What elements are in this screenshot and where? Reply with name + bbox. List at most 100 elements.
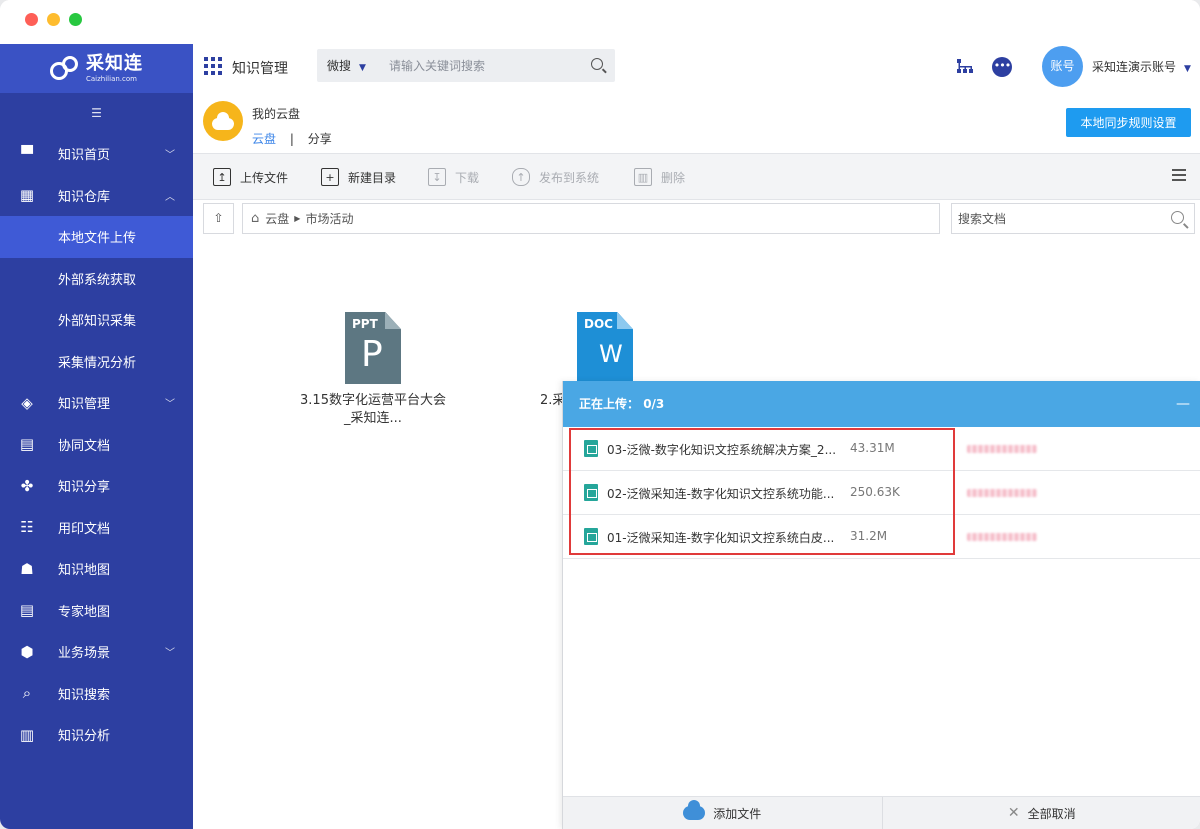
close-window-button[interactable]	[25, 13, 38, 26]
file-type-icon	[584, 484, 598, 501]
upload-status-redacted	[967, 533, 1037, 541]
sidebar-item-label: 本地文件上传	[58, 231, 137, 247]
share-icon: ✤	[20, 476, 34, 495]
plus-icon: +	[321, 168, 339, 186]
sidebar-item-external-fetch[interactable]: 外部系统获取	[0, 258, 193, 300]
sidebar-item-label: 知识分析	[58, 729, 111, 745]
add-files-button[interactable]: 添加文件	[563, 797, 882, 829]
sidebar-item-management[interactable]: ◈ 知识管理 ﹀	[0, 382, 193, 424]
up-directory-button[interactable]: ⇧	[203, 203, 234, 234]
my-cloud-title: 我的云盘	[252, 107, 301, 121]
window-titlebar	[0, 0, 1200, 44]
publish-button[interactable]: ↑ 发布到系统	[512, 168, 599, 186]
apps-grid-icon[interactable]	[204, 57, 222, 75]
ppt-file-icon: PPT P	[345, 312, 401, 384]
sync-rules-button[interactable]: 本地同步规则设置	[1066, 108, 1191, 137]
file-item[interactable]: PPT P 3.15数字化运营平台大会_采知连...	[298, 312, 448, 428]
doc-file-icon: DOC W	[577, 312, 633, 384]
cloud-icon	[203, 101, 243, 141]
delete-button[interactable]: ▥ 删除	[634, 168, 685, 186]
cloud-tabs: 云盘 | 分享	[252, 130, 332, 147]
search-input[interactable]	[389, 55, 579, 77]
upload-status-redacted	[967, 489, 1037, 497]
breadcrumb-current[interactable]: 市场活动	[305, 210, 353, 227]
more-options-icon[interactable]: •••	[992, 57, 1012, 77]
chevron-down-icon: ﹀	[165, 648, 175, 660]
breadcrumb-root[interactable]: 云盘	[265, 210, 289, 227]
list-view-icon[interactable]	[1172, 169, 1186, 181]
sidebar-item-share[interactable]: ✤ 知识分享	[0, 465, 193, 507]
people-icon: ☗	[20, 559, 34, 578]
upload-row[interactable]: 02-泛微采知连-数字化知识文控系统功能... 250.63K	[563, 471, 1200, 515]
sidebar-item-scenarios[interactable]: ⬢ 业务场景 ﹀	[0, 631, 193, 673]
upload-panel-header: 正在上传： 0/3 —	[563, 381, 1200, 427]
search-doc-icon: ⌕	[22, 684, 32, 703]
file-name: 3.15数字化运营平台大会_采知连...	[300, 393, 446, 426]
search-icon[interactable]	[591, 58, 603, 70]
sidebar-collapse-button[interactable]: ☰	[0, 93, 193, 133]
sidebar: 采知连 Caizhilian.com ☰ ▀ 知识首页 ﹀ ▦ 知识仓库 ︿ 本…	[0, 44, 193, 829]
sidebar-item-label: 用印文档	[58, 521, 111, 537]
upload-row[interactable]: 03-泛微-数字化知识文控系统解决方案_2... 43.31M	[563, 427, 1200, 471]
upload-file-button[interactable]: ↥ 上传文件	[213, 168, 288, 186]
upload-row[interactable]: 01-泛微采知连-数字化知识文控系统白皮... 31.2M	[563, 515, 1200, 559]
tab-share[interactable]: 分享	[308, 132, 332, 146]
account-menu[interactable]: 采知连演示账号 ▼	[1092, 58, 1191, 75]
upload-file-size: 43.31M	[850, 441, 895, 455]
sidebar-item-label: 知识仓库	[58, 189, 111, 205]
logo-subtext: Caizhilian.com	[86, 74, 137, 83]
sidebar-item-label: 协同文档	[58, 438, 111, 454]
minimize-window-button[interactable]	[47, 13, 60, 26]
chevron-down-icon: ﹀	[165, 150, 175, 162]
cube-icon: ⬢	[20, 642, 34, 661]
sidebar-item-local-upload[interactable]: 本地文件上传	[0, 216, 193, 258]
search-scope-select[interactable]: 微搜 ▼	[327, 57, 366, 74]
sidebar-item-knowledge-map[interactable]: ☗ 知识地图	[0, 548, 193, 590]
logo-mark-icon	[50, 55, 80, 82]
documents-icon: ▤	[19, 435, 35, 454]
sidebar-item-collect-analysis[interactable]: 采集情况分析	[0, 341, 193, 383]
download-button[interactable]: ↧ 下载	[428, 168, 479, 186]
sidebar-item-label: 外部系统获取	[58, 272, 137, 288]
monitor-icon: ▀	[21, 144, 33, 163]
search-icon[interactable]	[1171, 211, 1184, 224]
bar-chart-icon: ▥	[19, 725, 35, 744]
file-toolbar: ↥ 上传文件 + 新建目录 ↧ 下载 ↑ 发布到系统 ▥ 删除	[193, 153, 1200, 200]
sidebar-item-repository[interactable]: ▦ 知识仓库 ︿	[0, 175, 193, 217]
document-search-input[interactable]	[958, 209, 1158, 229]
file-type-icon	[584, 440, 598, 457]
new-folder-button[interactable]: + 新建目录	[321, 168, 396, 186]
home-icon[interactable]: ⌂	[251, 211, 259, 226]
list-doc-icon: ☷	[20, 518, 34, 537]
minimize-panel-button[interactable]: —	[1176, 381, 1190, 427]
sidebar-item-external-collect[interactable]: 外部知识采集	[0, 299, 193, 341]
upload-file-size: 250.63K	[850, 485, 900, 499]
sidebar-item-label: 业务场景	[58, 646, 111, 662]
sidebar-item-label: 采集情况分析	[58, 355, 137, 371]
sidebar-item-label: 知识分享	[58, 480, 111, 496]
tab-cloud[interactable]: 云盘	[252, 132, 276, 146]
org-chart-icon[interactable]	[956, 58, 974, 74]
sidebar-item-label: 知识地图	[58, 563, 111, 579]
upload-panel: 正在上传： 0/3 — 03-泛微-数字化知识文控系统解决方案_2... 43.…	[562, 381, 1200, 829]
file-type-icon	[584, 528, 598, 545]
sidebar-item-expert-map[interactable]: ▤ 专家地图	[0, 590, 193, 632]
logo[interactable]: 采知连 Caizhilian.com	[0, 44, 193, 93]
breadcrumb: ⌂ 云盘 ▶ 市场活动	[242, 203, 940, 234]
sidebar-item-collab-docs[interactable]: ▤ 协同文档	[0, 424, 193, 466]
upload-icon: ↥	[213, 168, 231, 186]
app-window: 采知连 Caizhilian.com ☰ ▀ 知识首页 ﹀ ▦ 知识仓库 ︿ 本…	[0, 0, 1200, 829]
sidebar-item-label: 知识首页	[58, 148, 111, 164]
upload-title: 正在上传：	[579, 397, 640, 411]
avatar[interactable]: 账号	[1042, 46, 1083, 87]
sidebar-item-home[interactable]: ▀ 知识首页 ﹀	[0, 133, 193, 175]
documents-icon: ▤	[19, 601, 35, 620]
cloud-info: 我的云盘 云盘 | 分享 本地同步规则设置	[193, 90, 1200, 153]
maximize-window-button[interactable]	[69, 13, 82, 26]
sidebar-item-search[interactable]: ⌕ 知识搜索	[0, 673, 193, 715]
upload-file-size: 31.2M	[850, 529, 888, 543]
sidebar-item-analysis[interactable]: ▥ 知识分析	[0, 714, 193, 756]
cancel-all-button[interactable]: ✕ 全部取消	[881, 797, 1200, 829]
layers-icon: ◈	[21, 393, 33, 412]
sidebar-item-seal-docs[interactable]: ☷ 用印文档	[0, 507, 193, 549]
